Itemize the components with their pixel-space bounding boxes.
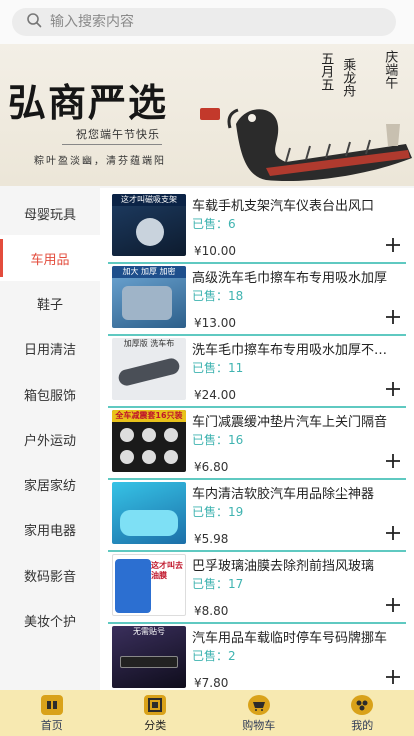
sidebar-item-baby-toys[interactable]: 母婴玩具: [0, 190, 100, 236]
product-image: 这才叫磁吸支架: [112, 194, 186, 256]
sidebar-item-label: 箱包服饰: [23, 388, 76, 404]
profile-icon: [351, 695, 374, 715]
product-image: 这才叫去油膜: [112, 554, 186, 616]
sidebar-item-label: 鞋子: [36, 297, 63, 313]
product-item[interactable]: 全车减震套16只装 车门减震缓冲垫片汽车上关门隔音 已售：16 ¥6.80: [108, 408, 406, 480]
category-sidebar: 母婴玩具 车用品 鞋子 日用清洁 箱包服饰 户外运动 家居家纺 家用电器 数码影…: [0, 188, 100, 690]
add-to-cart-icon[interactable]: [384, 308, 402, 326]
sidebar-item-label: 户外运动: [23, 433, 76, 449]
home-icon: [40, 695, 63, 715]
banner-divider: [62, 144, 162, 145]
banner-subtitle: 祝您端午节快乐: [76, 128, 160, 141]
product-name: 巴孚玻璃油膜去除剂前挡风玻璃: [192, 559, 375, 574]
tab-home[interactable]: 首页: [0, 690, 104, 736]
tab-profile[interactable]: 我的: [311, 690, 414, 736]
product-image-caption: 这才叫去油膜: [151, 561, 183, 580]
category-icon: [144, 695, 167, 715]
search-bar: [0, 0, 414, 44]
product-sold-count: 已售：17: [192, 577, 244, 591]
add-to-cart-icon[interactable]: [384, 524, 402, 542]
dragon-boat-illustration: [227, 108, 412, 182]
tab-label: 购物车: [242, 719, 276, 732]
add-to-cart-icon[interactable]: [384, 668, 402, 686]
product-price: ¥6.80: [194, 460, 229, 474]
seal-icon: [200, 108, 220, 120]
sidebar-item-appliances[interactable]: 家用电器: [0, 506, 100, 552]
sidebar-item-label: 日用清洁: [23, 342, 76, 358]
product-price: ¥8.80: [194, 604, 229, 618]
tab-label: 首页: [40, 719, 63, 732]
sidebar-item-label: 母婴玩具: [23, 207, 76, 223]
cart-icon: [247, 695, 270, 715]
sidebar-item-digital-av[interactable]: 数码影音: [0, 552, 100, 598]
search-icon: [26, 12, 42, 32]
product-image: 全车减震套16只装: [112, 410, 186, 472]
product-item[interactable]: 加厚版 洗车布 洗车毛巾擦车布专用吸水加厚不掉毛 已售：11 ¥24.00: [108, 336, 406, 408]
product-image-caption: 无需贴号: [133, 627, 165, 636]
product-sold-count: 已售：16: [192, 433, 244, 447]
product-sold-count: 已售：18: [192, 289, 244, 303]
product-image-caption: 加大 加厚 加密: [112, 266, 186, 278]
tab-label: 我的: [351, 719, 374, 732]
product-image: 加厚版 洗车布: [112, 338, 186, 400]
tab-label: 分类: [144, 719, 167, 732]
banner-tagline: 粽叶盈淡幽，清芬蕴端阳: [34, 156, 166, 167]
promo-banner[interactable]: 弘商严选 祝您端午节快乐 粽叶盈淡幽，清芬蕴端阳 五月五 乘龙舟 庆端午: [0, 44, 414, 186]
sidebar-item-label: 数码影音: [23, 569, 76, 585]
add-to-cart-icon[interactable]: [384, 236, 402, 254]
product-price: ¥24.00: [194, 388, 236, 402]
search-input[interactable]: [50, 14, 380, 30]
product-item[interactable]: 这才叫磁吸支架 车载手机支架汽车仪表台出风口 已售：6 ¥10.00: [108, 192, 406, 264]
product-sold-count: 已售：6: [192, 217, 236, 231]
banner-title: 弘商严选: [8, 80, 169, 125]
product-price: ¥13.00: [194, 316, 236, 330]
sidebar-item-shoes[interactable]: 鞋子: [0, 280, 100, 326]
product-name: 车内清洁软胶汽车用品除尘神器: [192, 487, 375, 502]
product-name: 洗车毛巾擦车布专用吸水加厚不掉毛: [192, 343, 398, 358]
tab-category[interactable]: 分类: [104, 690, 208, 736]
product-image-caption: 这才叫磁吸支架: [112, 194, 186, 206]
product-price: ¥7.80: [194, 676, 229, 690]
sidebar-item-daily-cleaning[interactable]: 日用清洁: [0, 325, 100, 371]
product-item[interactable]: 车内清洁软胶汽车用品除尘神器 已售：19 ¥5.98: [108, 480, 406, 552]
product-name: 车门减震缓冲垫片汽车上关门隔音: [192, 415, 388, 430]
sidebar-item-bags-apparel[interactable]: 箱包服饰: [0, 371, 100, 417]
sidebar-item-outdoor-sports[interactable]: 户外运动: [0, 416, 100, 462]
product-sold-count: 已售：11: [192, 361, 244, 375]
sidebar-item-label: 家居家纺: [23, 478, 76, 494]
product-list: 这才叫磁吸支架 车载手机支架汽车仪表台出风口 已售：6 ¥10.00 加大 加厚…: [100, 188, 414, 690]
sidebar-item-label: 家用电器: [23, 523, 76, 539]
product-price: ¥5.98: [194, 532, 229, 546]
product-image-caption: 加厚版 洗车布: [123, 339, 175, 348]
tab-cart[interactable]: 购物车: [207, 690, 311, 736]
product-sold-count: 已售：19: [192, 505, 244, 519]
add-to-cart-icon[interactable]: [384, 452, 402, 470]
sidebar-item-car-supplies[interactable]: 车用品: [0, 235, 100, 281]
product-image: [112, 482, 186, 544]
product-image-caption: 全车减震套16只装: [112, 410, 186, 422]
product-name: 汽车用品车载临时停车号码牌挪车: [192, 631, 388, 646]
bottom-tab-bar: 首页 分类 购物车 我的: [0, 690, 414, 736]
product-name: 高级洗车毛巾擦车布专用吸水加厚: [192, 271, 388, 286]
product-image: 加大 加厚 加密: [112, 266, 186, 328]
product-price: ¥10.00: [194, 244, 236, 258]
product-sold-count: 已售：2: [192, 649, 236, 663]
search-box[interactable]: [12, 8, 396, 36]
product-item[interactable]: 这才叫去油膜 巴孚玻璃油膜去除剂前挡风玻璃 已售：17 ¥8.80: [108, 552, 406, 624]
product-item[interactable]: 加大 加厚 加密 高级洗车毛巾擦车布专用吸水加厚 已售：18 ¥13.00: [108, 264, 406, 336]
sidebar-item-beauty-care[interactable]: 美妆个护: [0, 597, 100, 643]
product-item[interactable]: 无需贴号 汽车用品车载临时停车号码牌挪车 已售：2 ¥7.80: [108, 624, 406, 690]
add-to-cart-icon[interactable]: [384, 596, 402, 614]
sidebar-item-label: 车用品: [30, 252, 70, 268]
product-name: 车载手机支架汽车仪表台出风口: [192, 199, 375, 214]
sidebar-item-label: 美妆个护: [23, 614, 76, 630]
add-to-cart-icon[interactable]: [384, 380, 402, 398]
product-image: 无需贴号: [112, 626, 186, 688]
sidebar-item-home-textiles[interactable]: 家居家纺: [0, 461, 100, 507]
